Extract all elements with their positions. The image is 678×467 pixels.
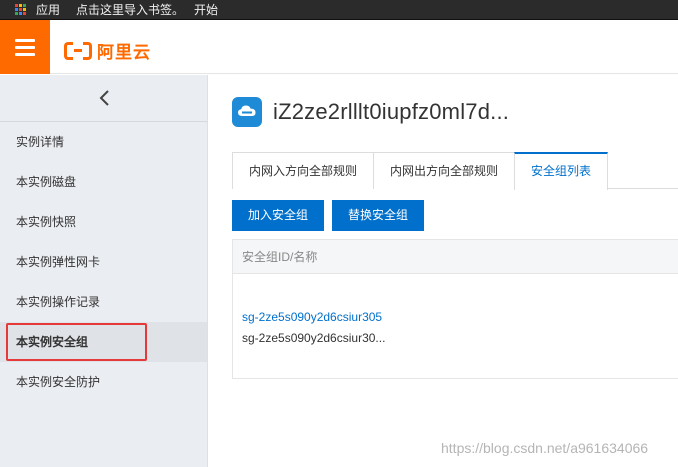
sidebar-item-snapshots[interactable]: 本实例快照 xyxy=(0,202,207,242)
replace-security-group-button[interactable]: 替换安全组 xyxy=(332,200,425,231)
logo-text: 阿里云 xyxy=(97,43,151,62)
console-header: 阿里云 xyxy=(0,20,678,74)
sidebar-item-instance-details[interactable]: 实例详情 xyxy=(0,122,207,162)
security-group-name: sg-2ze5s090y2d6csiur30... xyxy=(242,331,386,345)
sidebar-item-security-groups[interactable]: 本实例安全组 xyxy=(0,322,207,362)
sidebar-item-disks[interactable]: 本实例磁盘 xyxy=(0,162,207,202)
sidebar-item-eni[interactable]: 本实例弹性网卡 xyxy=(0,242,207,282)
add-security-group-button[interactable]: 加入安全组 xyxy=(232,200,325,231)
bookmark-import-hint[interactable]: 点击这里导入书签。 xyxy=(76,1,184,18)
watermark-text: https://blog.csdn.net/a961634066 xyxy=(441,440,649,456)
instance-sidebar: 实例详情 本实例磁盘 本实例快照 本实例弹性网卡 本实例操作记录 本实例安全组 … xyxy=(0,75,208,467)
security-group-id-link[interactable]: sg-2ze5s090y2d6csiur305 xyxy=(242,310,678,324)
aliyun-logo[interactable]: 阿里云 xyxy=(64,38,151,63)
bookmark-start[interactable]: 开始 xyxy=(194,1,218,18)
menu-toggle-button[interactable] xyxy=(0,20,50,74)
tab-inbound-rules[interactable]: 内网入方向全部规则 xyxy=(232,152,375,189)
menu-icon-line xyxy=(15,38,35,42)
sidebar-nav: 实例详情 本实例磁盘 本实例快照 本实例弹性网卡 本实例操作记录 本实例安全组 … xyxy=(0,122,207,402)
cloud-server-icon xyxy=(232,97,262,127)
tab-bar: 内网入方向全部规则 内网出方向全部规则 安全组列表 xyxy=(232,152,678,190)
tab-security-group-list[interactable]: 安全组列表 xyxy=(514,152,609,190)
page-title: iZ2ze2rlllt0iupfz0ml7d... xyxy=(273,99,510,124)
bookmarks-bar: 应用 点击这里导入书签。 开始 xyxy=(0,0,678,20)
bookmark-apps[interactable]: 应用 xyxy=(36,1,60,18)
table-row: sg-2ze5s090y2d6csiur305 sg-2ze5s090y2d6c… xyxy=(233,274,678,345)
menu-icon-line xyxy=(15,52,35,56)
sidebar-item-operation-logs[interactable]: 本实例操作记录 xyxy=(0,282,207,322)
main-content: iZ2ze2rlllt0iupfz0ml7d... 内网入方向全部规则 内网出方… xyxy=(208,75,678,467)
apps-grid-icon[interactable] xyxy=(15,3,27,16)
back-button[interactable] xyxy=(0,75,207,122)
sidebar-item-security-protection[interactable]: 本实例安全防护 xyxy=(0,362,207,402)
chevron-left-icon xyxy=(99,90,109,106)
menu-icon-line xyxy=(15,45,35,49)
aliyun-logo-icon xyxy=(64,41,92,60)
tab-outbound-rules[interactable]: 内网出方向全部规则 xyxy=(373,152,516,189)
security-group-table: 安全组ID/名称 sg-2ze5s090y2d6csiur305 sg-2ze5… xyxy=(232,239,678,379)
table-header-sg-id: 安全组ID/名称 xyxy=(233,240,678,274)
action-buttons: 加入安全组 替换安全组 xyxy=(232,200,425,231)
page-title-row: iZ2ze2rlllt0iupfz0ml7d... xyxy=(232,97,509,127)
